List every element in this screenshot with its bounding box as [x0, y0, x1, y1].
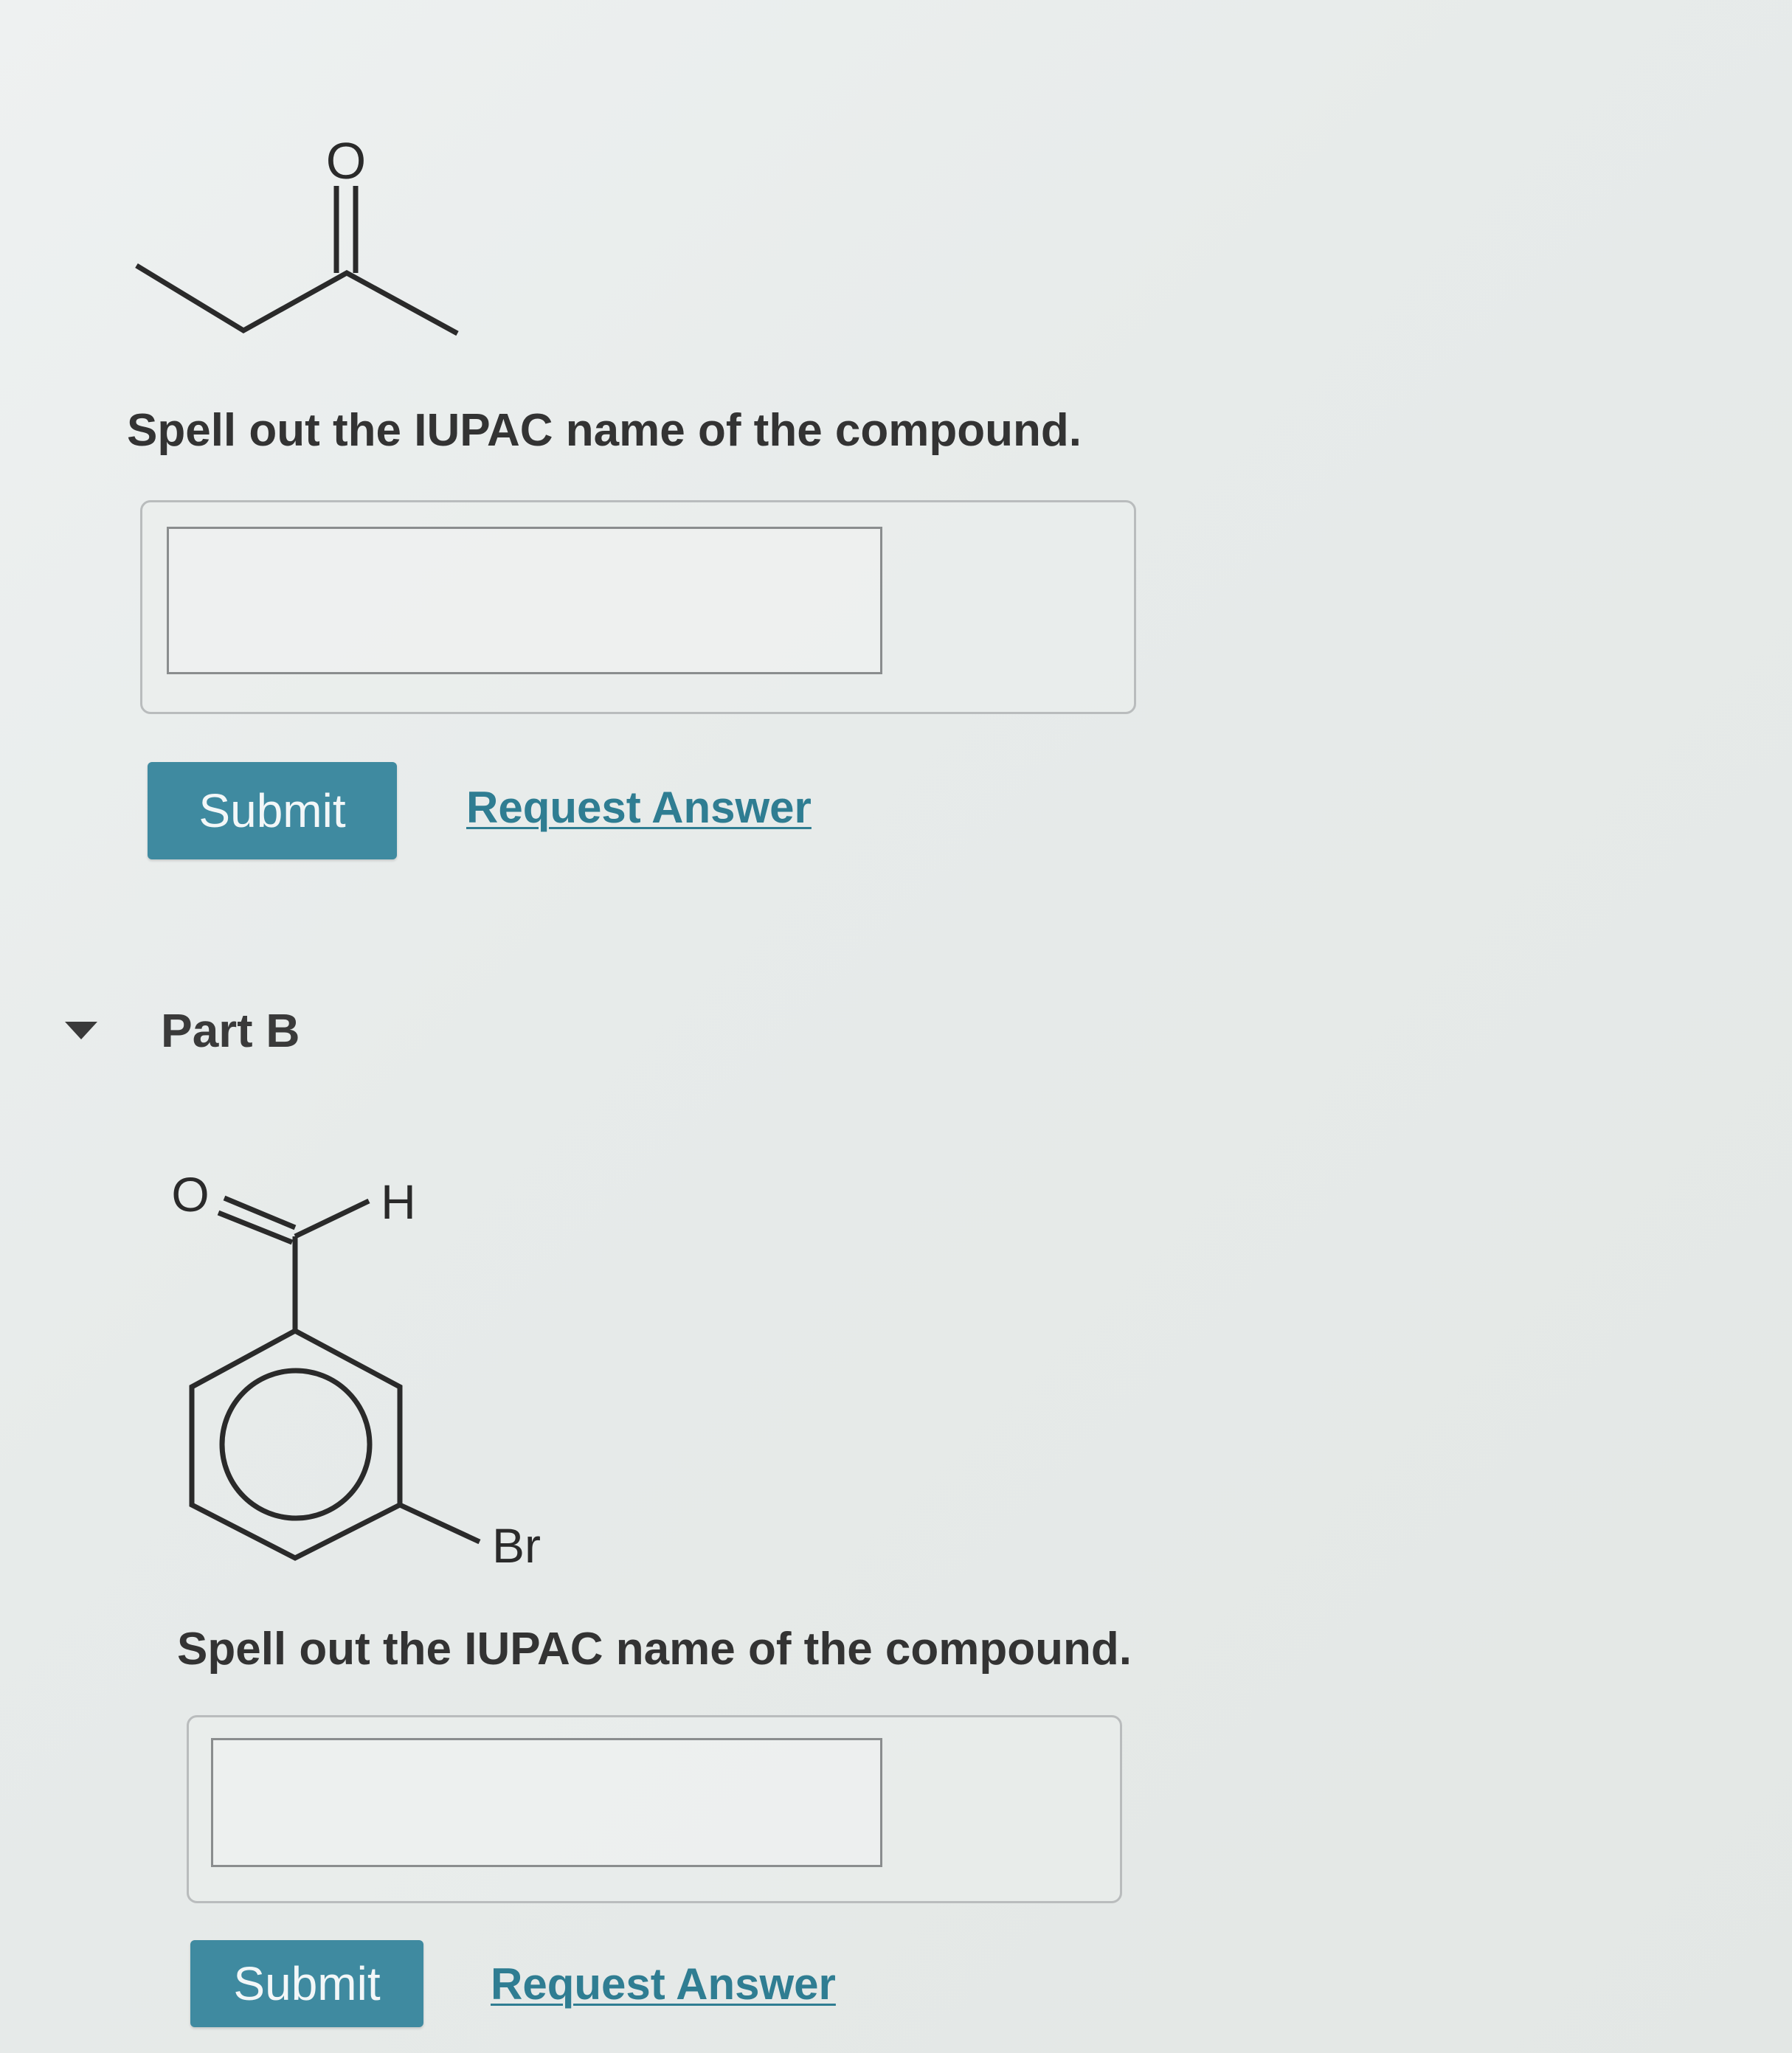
bromobenzaldehyde-structure: O H Br — [171, 1167, 541, 1573]
part-b-submit-button[interactable]: Submit — [190, 1940, 423, 2027]
part-b-title: Part B — [161, 1004, 300, 1057]
oxygen-label: O — [171, 1167, 209, 1222]
part-b-prompt: Spell out the IUPAC name of the compound… — [177, 1624, 1132, 1675]
oxygen-label: O — [326, 132, 366, 190]
part-b-answer-input[interactable] — [211, 1738, 882, 1867]
part-b-request-answer-link[interactable]: Request Answer — [491, 1959, 836, 2009]
carbonyl-bond-inner — [217, 1210, 294, 1245]
part-b-answer-panel — [187, 1715, 1122, 1903]
part-a-submit-button[interactable]: Submit — [148, 762, 397, 859]
carbon-chain-bonds — [135, 263, 459, 336]
bromine-label: Br — [492, 1518, 541, 1573]
part-a-request-answer-link[interactable]: Request Answer — [466, 782, 812, 833]
part-b-header[interactable]: Part B — [65, 1003, 300, 1058]
part-a-molecule: O — [111, 125, 480, 347]
aromatic-circle — [219, 1368, 373, 1521]
caret-down-icon[interactable] — [65, 1022, 97, 1039]
part-b-molecule: O H Br — [148, 1166, 590, 1579]
carbonyl-bond-outer — [223, 1195, 297, 1230]
part-a-answer-panel — [140, 500, 1136, 714]
part-a-answer-input[interactable] — [167, 527, 882, 674]
bromine-bond — [398, 1502, 481, 1545]
butanone-structure: O — [135, 132, 459, 336]
part-a-prompt: Spell out the IUPAC name of the compound… — [127, 405, 1082, 456]
hydrogen-label: H — [381, 1174, 416, 1229]
aldehyde-h-bond — [294, 1198, 370, 1239]
